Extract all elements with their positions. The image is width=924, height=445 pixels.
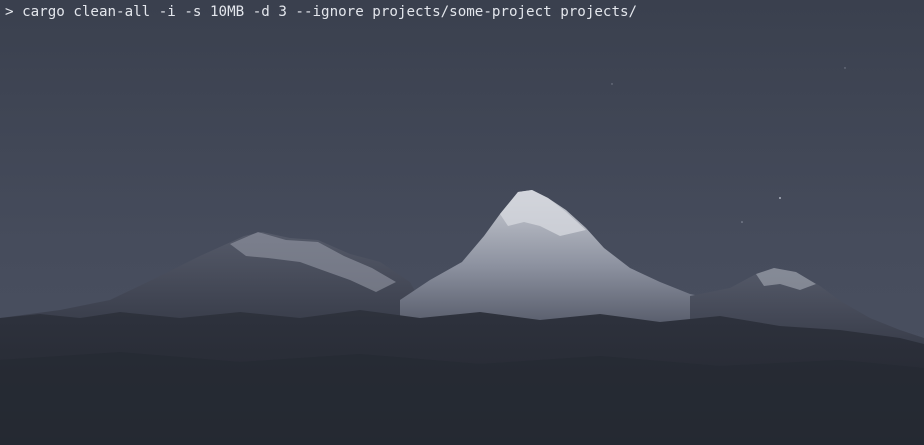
prompt-symbol: > [5, 4, 14, 20]
terminal-window[interactable]: > cargo clean-all -i -s 10MB -d 3 --igno… [0, 0, 924, 445]
terminal-command-line[interactable]: > cargo clean-all -i -s 10MB -d 3 --igno… [5, 3, 637, 21]
mountain-wallpaper-icon [0, 0, 924, 445]
command-text[interactable]: cargo clean-all -i -s 10MB -d 3 --ignore… [22, 4, 637, 20]
